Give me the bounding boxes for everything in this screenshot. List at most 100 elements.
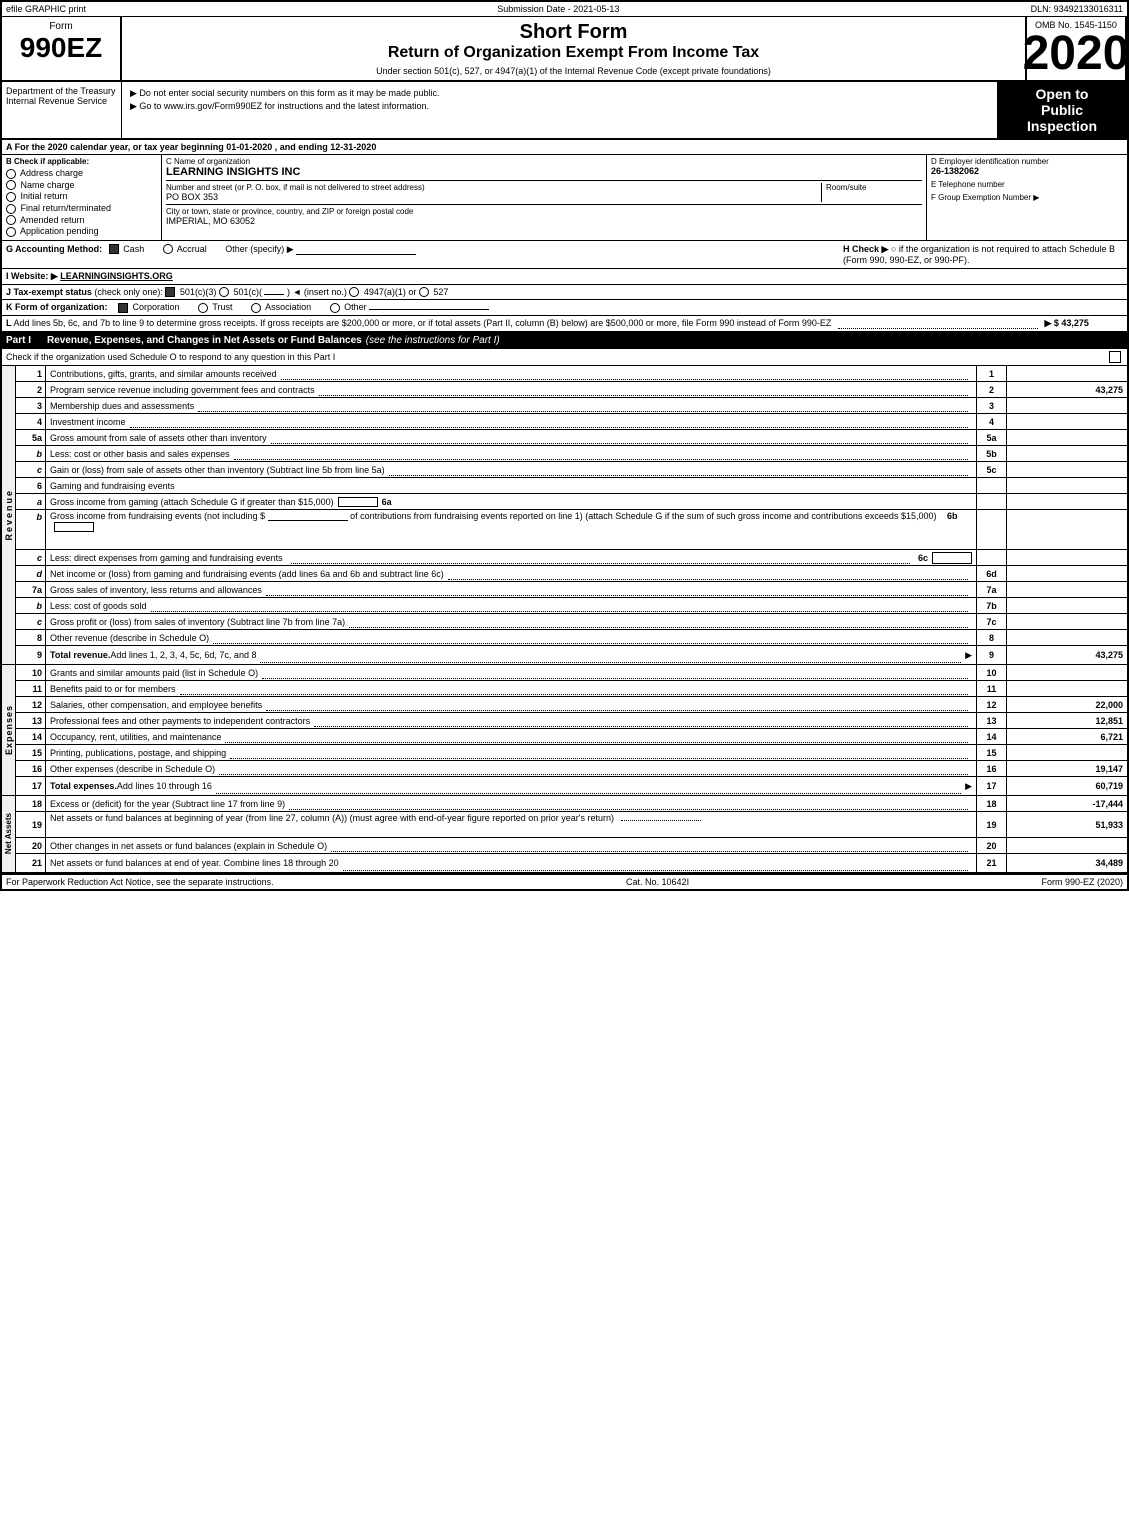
- part-i-header: Part I Revenue, Expenses, and Changes in…: [2, 333, 1127, 349]
- cash-label: Cash: [123, 244, 144, 254]
- line-9-row: 9 Total revenue. Add lines 1, 2, 3, 4, 5…: [16, 646, 1127, 664]
- section-h: H Check ▶ ○ if the organization is not r…: [843, 244, 1123, 265]
- line-3-num: 3: [16, 398, 46, 413]
- line-7c-sub: 7c: [977, 614, 1007, 629]
- revenue-lines: 1 Contributions, gifts, grants, and simi…: [16, 366, 1127, 664]
- line-14-sub: 14: [977, 729, 1007, 744]
- part-i-title: Revenue, Expenses, and Changes in Net As…: [47, 335, 362, 346]
- accrual-circle[interactable]: [163, 244, 173, 254]
- trust-circle[interactable]: [198, 303, 208, 313]
- line-3-sub: 3: [977, 398, 1007, 413]
- line-1-num: 1: [16, 366, 46, 381]
- line-6-desc: Gaming and fundraising events: [46, 478, 977, 493]
- website-label: I Website: ▶: [6, 271, 58, 281]
- ein-col: D Employer identification number 26-1382…: [927, 155, 1127, 240]
- line-6d-num: d: [16, 566, 46, 581]
- part-i-check-text: Check if the organization used Schedule …: [6, 352, 335, 362]
- line-12-row: 12 Salaries, other compensation, and emp…: [16, 697, 1127, 713]
- final-return-item[interactable]: Final return/terminated: [6, 203, 157, 214]
- cat-no: Cat. No. 10642I: [626, 877, 689, 887]
- line-6b-row: b Gross income from fundraising events (…: [16, 510, 1127, 550]
- line-15-num: 15: [16, 745, 46, 760]
- line-3-desc: Membership dues and assessments: [46, 398, 977, 413]
- line-16-sub: 16: [977, 761, 1007, 776]
- address-change-circle: [6, 169, 16, 179]
- line-17-num: 17: [16, 777, 46, 795]
- line-7a-value: [1007, 582, 1127, 597]
- assoc-circle[interactable]: [251, 303, 261, 313]
- name-change-circle: [6, 180, 16, 190]
- final-return-circle: [6, 204, 16, 214]
- tax-status-text: J Tax-exempt status (check only one): 50…: [6, 287, 448, 297]
- line-8-num: 8: [16, 630, 46, 645]
- line-18-sub: 18: [977, 796, 1007, 811]
- line-10-sub: 10: [977, 665, 1007, 680]
- form-word: Form: [10, 21, 112, 32]
- line-7b-sub: 7b: [977, 598, 1007, 613]
- line-14-value: 6,721: [1007, 729, 1127, 744]
- line-6c-desc: Less: direct expenses from gaming and fu…: [46, 550, 977, 565]
- line-10-desc: Grants and similar amounts paid (list in…: [46, 665, 977, 680]
- line-17-value: 60,719: [1007, 777, 1127, 795]
- 4947-circle[interactable]: [349, 287, 359, 297]
- line-9-sub: 9: [977, 646, 1007, 664]
- section-l-text: Add lines 5b, 6c, and 7b to line 9 to de…: [14, 318, 832, 328]
- line-7c-row: c Gross profit or (loss) from sales of i…: [16, 614, 1127, 630]
- line-5b-desc: Less: cost or other basis and sales expe…: [46, 446, 977, 461]
- line-13-value: 12,851: [1007, 713, 1127, 728]
- line-17-row: 17 Total expenses. Add lines 10 through …: [16, 777, 1127, 795]
- net-assets-side-label: Net Assets: [2, 796, 16, 872]
- amended-return-item[interactable]: Amended return: [6, 215, 157, 226]
- cash-checkbox[interactable]: [109, 244, 119, 254]
- line-6a-num: a: [16, 494, 46, 509]
- line-7c-value: [1007, 614, 1127, 629]
- org-name-value: LEARNING INSIGHTS INC: [166, 166, 922, 178]
- 501c3-checkbox[interactable]: [165, 287, 175, 297]
- part-i-check-row: Check if the organization used Schedule …: [2, 349, 1127, 366]
- line-6a-desc: Gross income from gaming (attach Schedul…: [46, 494, 977, 509]
- line-19-value: 51,933: [1007, 812, 1127, 837]
- initial-return-item[interactable]: Initial return: [6, 191, 157, 202]
- line-7c-desc: Gross profit or (loss) from sales of inv…: [46, 614, 977, 629]
- other-label: Other (specify) ▶: [225, 244, 293, 254]
- paperwork-notice: For Paperwork Reduction Act Notice, see …: [6, 877, 274, 887]
- line-5b-sub: 5b: [977, 446, 1007, 461]
- line-11-desc: Benefits paid to or for members: [46, 681, 977, 696]
- corp-checkbox[interactable]: [118, 303, 128, 313]
- line-6d-desc: Net income or (loss) from gaming and fun…: [46, 566, 977, 581]
- line-5a-row: 5a Gross amount from sale of assets othe…: [16, 430, 1127, 446]
- line-7a-desc: Gross sales of inventory, less returns a…: [46, 582, 977, 597]
- 501c-circle[interactable]: [219, 287, 229, 297]
- part-i-checkbox[interactable]: [1109, 351, 1121, 363]
- line-9-value: 43,275: [1007, 646, 1127, 664]
- section-a: A For the 2020 calendar year, or tax yea…: [2, 140, 1127, 155]
- form-number: 990EZ: [10, 32, 112, 64]
- line-19-row: 19 Net assets or fund balances at beginn…: [16, 812, 1127, 838]
- line-6d-row: d Net income or (loss) from gaming and f…: [16, 566, 1127, 582]
- short-form-title: Short Form: [130, 21, 1017, 44]
- line-11-num: 11: [16, 681, 46, 696]
- city-label: City or town, state or province, country…: [166, 207, 922, 216]
- other-circle[interactable]: [330, 303, 340, 313]
- line-10-num: 10: [16, 665, 46, 680]
- room-label: Room/suite: [826, 183, 922, 192]
- line-10-row: 10 Grants and similar amounts paid (list…: [16, 665, 1127, 681]
- section-j: J Tax-exempt status (check only one): 50…: [2, 285, 1127, 301]
- line-16-value: 19,147: [1007, 761, 1127, 776]
- section-gh: G Accounting Method: Cash Accrual Other …: [2, 241, 1127, 269]
- address-change-item[interactable]: Address charge: [6, 168, 157, 179]
- expenses-section: Expenses 10 Grants and similar amounts p…: [2, 665, 1127, 796]
- final-return-label: Final return/terminated: [21, 203, 112, 213]
- line-11-sub: 11: [977, 681, 1007, 696]
- line-5-num: 5a: [16, 430, 46, 445]
- line-5b-row: b Less: cost or other basis and sales ex…: [16, 446, 1127, 462]
- line-6b-desc: Gross income from fundraising events (no…: [46, 510, 977, 549]
- tax-year: 2020: [1023, 30, 1129, 78]
- line-21-num: 21: [16, 854, 46, 872]
- line-7c-num: c: [16, 614, 46, 629]
- line-7a-num: 7a: [16, 582, 46, 597]
- application-pending-item[interactable]: Application pending: [6, 226, 157, 237]
- 527-circle[interactable]: [419, 287, 429, 297]
- line-6b-value: [1007, 510, 1127, 549]
- name-change-item[interactable]: Name charge: [6, 180, 157, 191]
